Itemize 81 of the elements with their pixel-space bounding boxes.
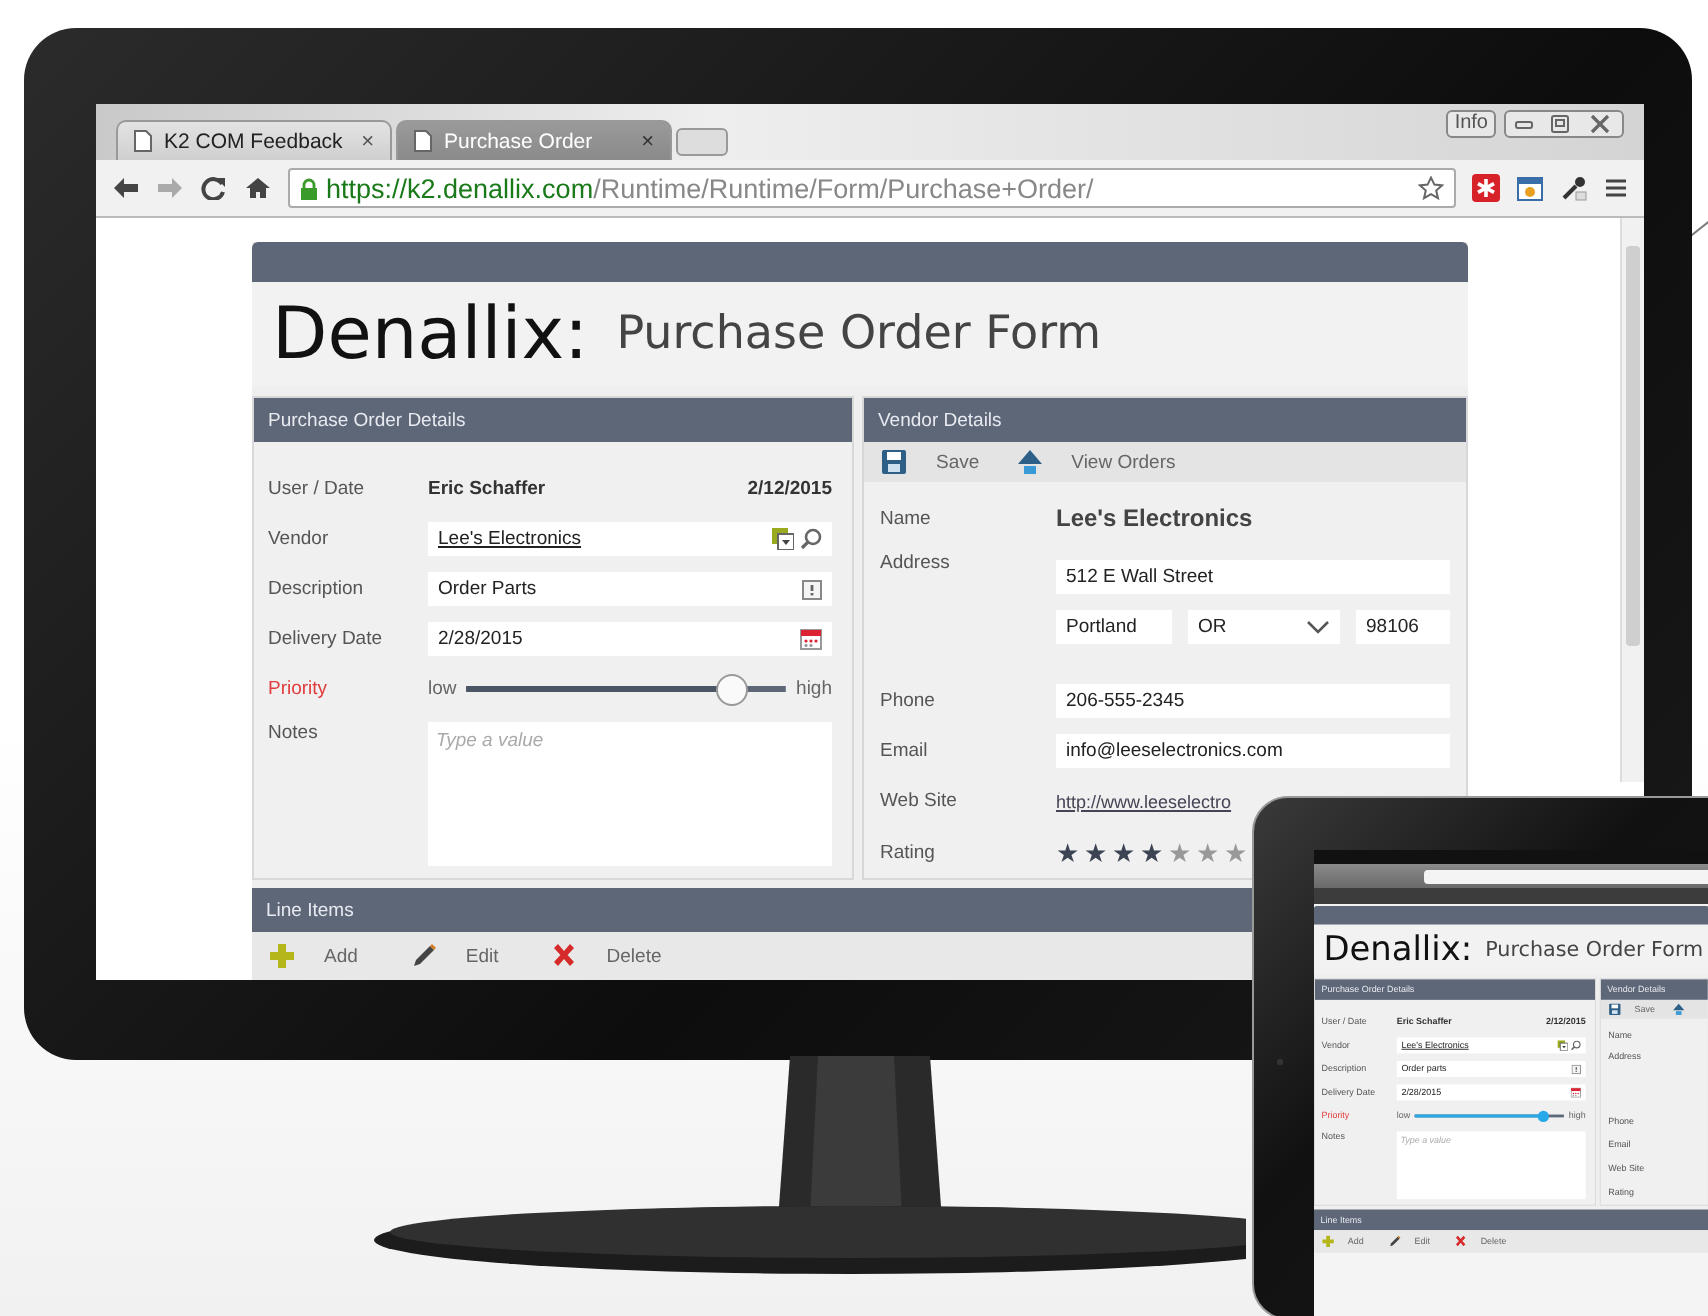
eyedropper-icon[interactable]	[1560, 174, 1588, 202]
field-label: Email	[880, 740, 930, 762]
website-link[interactable]: http://www.leeselectro	[1056, 791, 1232, 811]
field-label: Rating	[880, 841, 937, 863]
up-button[interactable]: View Orders	[1015, 448, 1176, 476]
pencil-icon	[409, 942, 438, 970]
expand-icon[interactable]	[1571, 1064, 1581, 1074]
slider-label: low	[428, 678, 457, 700]
field-label: Vendor	[268, 528, 331, 550]
plus-icon	[268, 942, 296, 970]
input-field[interactable]: 206-555-2345	[1056, 684, 1450, 718]
page-icon	[414, 130, 432, 152]
pencil-icon	[1388, 1234, 1402, 1249]
address-bar[interactable]	[1424, 869, 1708, 883]
browser-tab[interactable]: Purchase Order ×	[396, 120, 672, 160]
field-label: Address	[880, 550, 952, 574]
state-dropdown[interactable]: OR	[1188, 610, 1340, 644]
up-arrow-icon	[1671, 1002, 1685, 1016]
up-arrow-button[interactable]	[1671, 1002, 1685, 1016]
delete-button[interactable]: Delete	[550, 942, 662, 970]
menu-icon[interactable]	[1604, 176, 1628, 200]
field-label: User / Date	[268, 477, 367, 499]
up-arrow-icon	[1015, 448, 1044, 476]
save-button[interactable]: Save	[880, 448, 980, 476]
profile-button[interactable]: Info	[1446, 110, 1496, 138]
vendor-name: Lee's Electronics	[1056, 504, 1255, 532]
field-label: Description	[268, 578, 366, 600]
edit-button[interactable]: Edit	[409, 942, 499, 970]
expand-icon[interactable]	[802, 579, 822, 599]
back-icon[interactable]	[112, 176, 140, 200]
field-label: Name	[880, 507, 933, 529]
lookup-field[interactable]: Lee's Electronics	[428, 522, 832, 556]
input-field[interactable]: info@leeselectronics.com	[1056, 734, 1450, 768]
slider-thumb[interactable]	[715, 673, 748, 705]
field-label: Priority	[268, 678, 330, 700]
add-button[interactable]: Add	[268, 942, 358, 970]
input-field[interactable]: Portland	[1056, 610, 1172, 644]
brand-name: Denallix:	[272, 293, 589, 375]
chevron-down-icon	[1306, 620, 1330, 634]
panel-header: Purchase Order Details	[254, 398, 852, 442]
asterisk-icon[interactable]	[1472, 174, 1500, 202]
star-icon[interactable]: ★	[1084, 839, 1108, 865]
plus-icon	[1321, 1234, 1335, 1249]
scrollbar[interactable]	[1620, 218, 1644, 782]
input-field[interactable]: Order Parts	[428, 572, 832, 606]
input-field[interactable]: 512 E Wall Street	[1056, 560, 1450, 594]
calendar-icon[interactable]	[800, 628, 822, 650]
close-icon[interactable]: ×	[641, 129, 654, 153]
form-title: Purchase Order Form	[616, 308, 1102, 360]
list-icon[interactable]	[1557, 1040, 1568, 1051]
field-label: Delivery Date	[268, 628, 385, 650]
slider-thumb[interactable]	[1537, 1110, 1549, 1122]
calendar-icon[interactable]	[1570, 1087, 1581, 1098]
user-name: Eric Schaffer	[428, 477, 546, 499]
lock-icon	[300, 177, 318, 199]
close-icon[interactable]: ×	[361, 129, 374, 153]
star-icon[interactable]: ★	[1140, 839, 1164, 865]
browser-tab[interactable]: K2 COM Feedback ×	[116, 120, 392, 160]
calendar-icon[interactable]	[1516, 174, 1544, 202]
field-label: Web Site	[880, 790, 959, 812]
home-icon[interactable]	[244, 176, 272, 200]
cross-icon	[550, 942, 579, 970]
brand-name: Denallix:	[1323, 929, 1473, 969]
slider-label: high	[796, 678, 832, 700]
star-icon[interactable]: ★	[1112, 839, 1136, 865]
list-icon[interactable]	[772, 528, 794, 550]
search-icon[interactable]	[800, 528, 822, 550]
reload-icon[interactable]	[200, 176, 228, 200]
cross-icon	[1454, 1234, 1468, 1249]
field-label: Notes	[268, 720, 320, 744]
address-bar[interactable]: https://k2.denallix.com/Runtime/Runtime/Form/Purchase+Order/	[288, 168, 1456, 208]
star-icon[interactable]: ★	[1056, 839, 1080, 865]
star-icon[interactable]	[1418, 176, 1444, 200]
date-text: 2/12/2015	[747, 477, 832, 499]
page-icon	[134, 130, 152, 152]
panel-header: Vendor Details	[864, 398, 1466, 442]
field-label: Phone	[880, 690, 937, 712]
date-field[interactable]: 2/28/2015	[428, 622, 832, 656]
input-field[interactable]: 98106	[1356, 610, 1450, 644]
notes-field[interactable]: Type a value	[428, 722, 832, 866]
form-title: Purchase Order Form	[1485, 937, 1704, 961]
